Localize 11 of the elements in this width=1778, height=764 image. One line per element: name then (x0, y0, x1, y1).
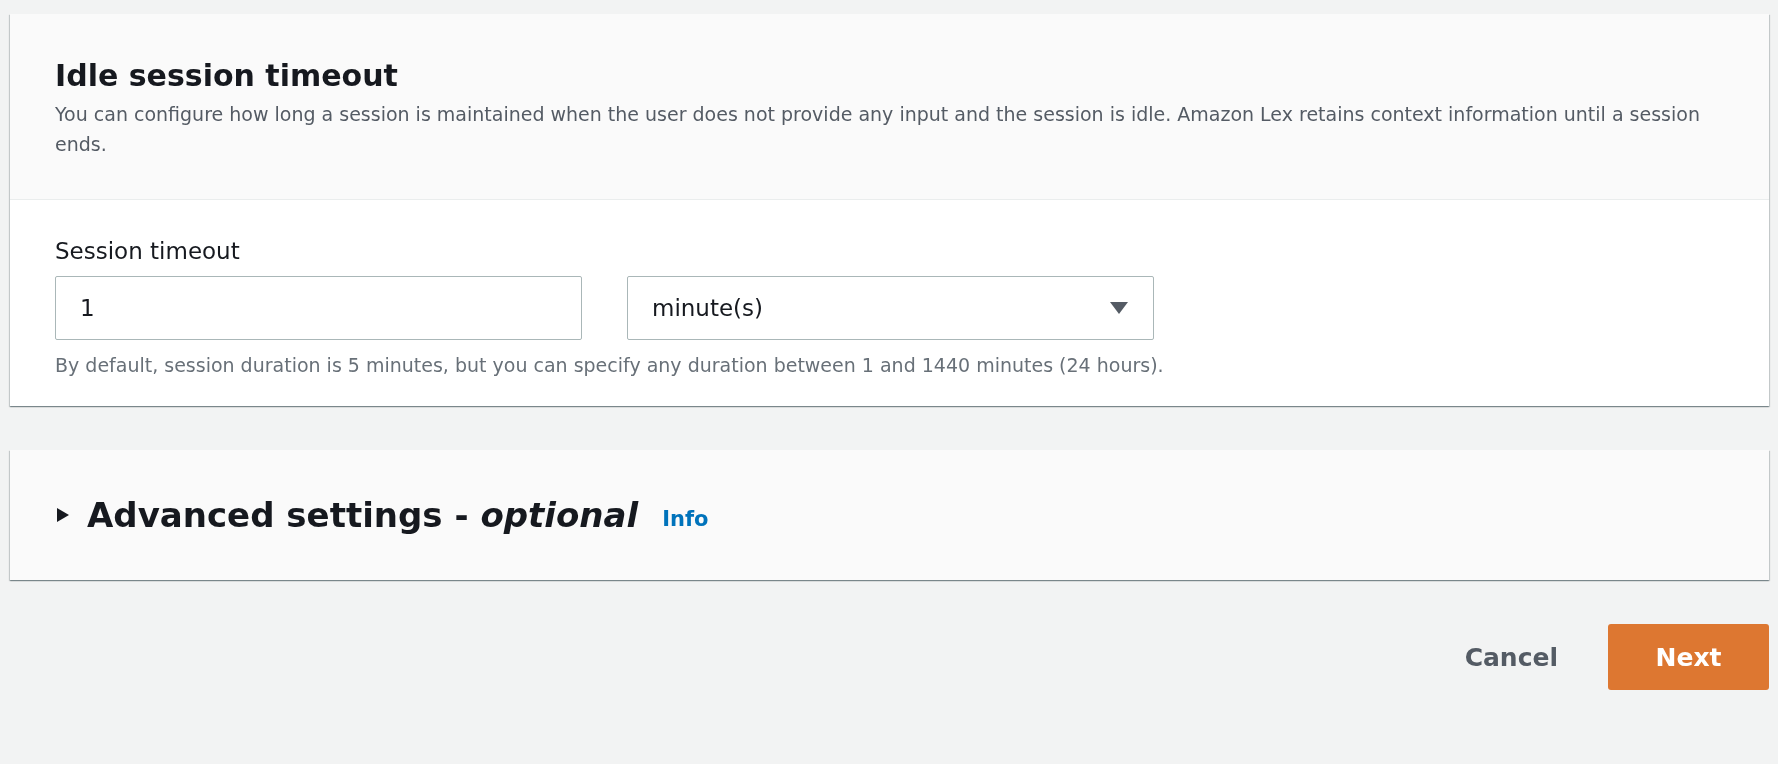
info-link[interactable]: Info (662, 507, 709, 531)
section-title[interactable]: Advanced settings - optional (87, 495, 639, 535)
panel-description: You can configure how long a session is maintained when the user does not provide any input and the session is idle. Amazon Lex retains context information until a session ends. (55, 102, 1701, 157)
field-hint: By default, session duration is 5 minutes, but you can specify any duration between 1 and 1440 minutes (24 hours). (55, 354, 1165, 376)
unit-dropdown[interactable]: minute(s) (627, 276, 1154, 340)
caret-icon (1109, 301, 1129, 315)
panel-title: Idle session timeout (55, 58, 399, 93)
timeout-input-field[interactable]: 1 (55, 276, 582, 340)
cancel-button[interactable]: Cancel (1464, 642, 1558, 672)
field-label: Session timeout (55, 238, 241, 264)
caret-right-icon[interactable] (55, 507, 71, 523)
